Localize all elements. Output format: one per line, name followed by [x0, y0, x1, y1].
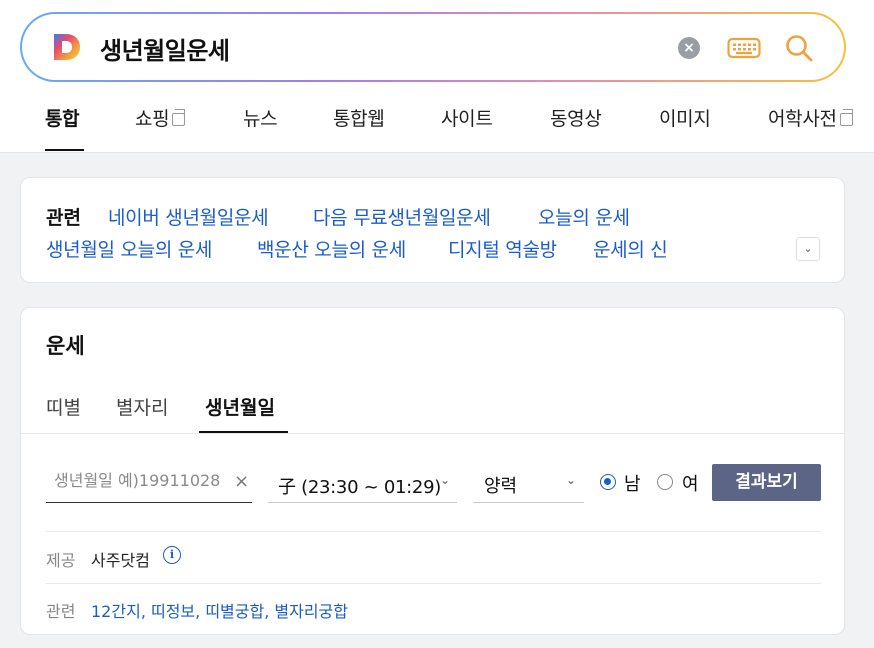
tab-zodiac-animal[interactable]: 띠별 — [46, 393, 81, 420]
tab-dictionary[interactable]: 어학사전 — [768, 104, 853, 131]
tab-integrated[interactable]: 통합 — [45, 104, 80, 131]
related-link[interactable]: 다음 무료생년월일운세 — [313, 203, 491, 230]
related-link[interactable]: 네이버 생년월일운세 — [108, 203, 269, 230]
daum-logo-icon[interactable] — [52, 32, 82, 62]
tab-birthdate[interactable]: 생년월일 — [205, 393, 275, 420]
chevron-down-icon: ⌄ — [440, 473, 451, 487]
related-searches-card: 관련 네이버 생년월일운세 다음 무료생년월일운세 오늘의 운세 생년월일 오늘… — [20, 177, 845, 283]
birthdate-field: × — [46, 463, 252, 503]
related-link[interactable]: 디지털 역술방 — [448, 235, 557, 262]
tab-video[interactable]: 동영상 — [550, 104, 602, 131]
tab-news[interactable]: 뉴스 — [243, 104, 278, 131]
birth-time-select[interactable]: 子 (23:30 ~ 01:29) ⌄ — [268, 463, 457, 503]
chevron-down-icon: ⌄ — [566, 473, 577, 487]
external-link-icon — [172, 109, 186, 126]
chevron-down-icon[interactable]: ⌄ — [796, 237, 820, 261]
birth-time-value: 子 (23:30 ~ 01:29) — [278, 477, 441, 498]
tab-constellation[interactable]: 별자리 — [116, 393, 168, 420]
gender-female-label[interactable]: 여 — [682, 470, 699, 496]
calendar-type-select[interactable]: 양력 ⌄ — [473, 463, 584, 503]
fortune-title: 운세 — [46, 334, 85, 358]
separator: , — [195, 602, 206, 621]
tab-integrated-web[interactable]: 통합웹 — [333, 104, 385, 131]
provider-label: 제공 — [46, 551, 76, 570]
tab-image[interactable]: 이미지 — [659, 104, 711, 131]
fortune-card: 운세 띠별 별자리 생년월일 × 子 (23:30 ~ 01:29) ⌄ 양력 … — [20, 307, 845, 635]
tab-shopping[interactable]: 쇼핑 — [135, 104, 186, 131]
related-link[interactable]: 백운산 오늘의 운세 — [257, 235, 406, 262]
related-link[interactable]: 띠별궁합 — [205, 602, 264, 621]
related-link[interactable]: 생년월일 오늘의 운세 — [46, 235, 212, 262]
search-header: 생년월일운세 × 통합 쇼핑 뉴스 통합웹 사이트 동영상 이미지 어학사전 — [0, 0, 874, 153]
gender-female-radio[interactable] — [657, 474, 673, 490]
tab-dictionary-label: 어학사전 — [768, 108, 837, 130]
related-link[interactable]: 별자리궁합 — [274, 602, 348, 621]
separator: , — [140, 602, 151, 621]
divider — [46, 583, 821, 584]
birthdate-input[interactable] — [54, 471, 230, 490]
search-box: 생년월일운세 × — [20, 12, 846, 82]
related-link[interactable]: 운세의 신 — [593, 235, 668, 262]
show-result-button[interactable]: 결과보기 — [712, 464, 821, 501]
separator: , — [264, 602, 275, 621]
close-icon[interactable]: × — [234, 471, 249, 492]
keyboard-icon[interactable] — [727, 36, 761, 60]
related-link[interactable]: 오늘의 운세 — [538, 203, 630, 230]
search-box-inner: 생년월일운세 × — [22, 14, 844, 80]
tab-site[interactable]: 사이트 — [441, 104, 493, 131]
gender-male-label[interactable]: 남 — [624, 470, 641, 496]
search-icon[interactable] — [784, 33, 814, 63]
fortune-related-label: 관련 — [46, 602, 76, 621]
close-circle-icon[interactable]: × — [678, 37, 700, 59]
fortune-related-links: 12간지, 띠정보, 띠별궁합, 별자리궁합 — [91, 598, 348, 622]
divider — [46, 531, 821, 532]
divider — [21, 433, 844, 434]
search-query[interactable]: 생년월일운세 — [100, 31, 230, 66]
related-link[interactable]: 12간지 — [91, 602, 141, 621]
search-tabs: 통합 쇼핑 뉴스 통합웹 사이트 동영상 이미지 어학사전 — [0, 100, 874, 152]
tab-shopping-label: 쇼핑 — [135, 108, 170, 130]
provider-name: 사주닷컴 — [91, 551, 150, 570]
external-link-icon — [839, 109, 853, 126]
calendar-type-value: 양력 — [484, 476, 518, 497]
info-icon[interactable]: i — [163, 546, 181, 564]
related-link[interactable]: 띠정보 — [151, 602, 195, 621]
gender-male-radio[interactable] — [600, 474, 616, 490]
related-label: 관련 — [46, 207, 81, 229]
active-tab-indicator — [45, 149, 84, 151]
